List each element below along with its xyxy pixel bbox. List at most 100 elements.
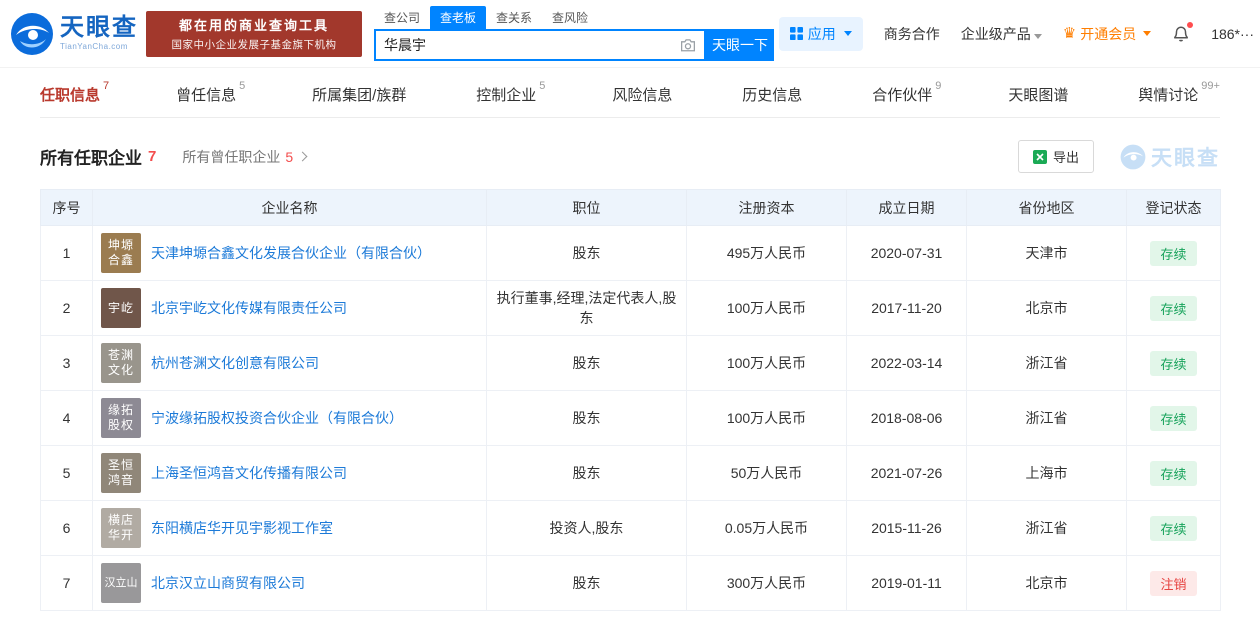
row-index: 4	[40, 390, 93, 446]
table-header-row: 序号 企业名称 职位 注册资本 成立日期 省份地区 登记状态	[40, 189, 1221, 226]
table-row: 3 苍渊 文化 杭州苍渊文化创意有限公司 股东 100万人民币 2022-03-1…	[40, 335, 1221, 391]
status-badge: 存续	[1150, 405, 1197, 431]
enterprise-products-label: 企业级产品	[960, 25, 1031, 42]
position-cell: 股东	[486, 555, 687, 611]
tab-group[interactable]: 所属集团/族群	[312, 84, 409, 105]
company-logo: 苍渊 文化	[101, 343, 141, 383]
capital-cell: 300万人民币	[686, 555, 847, 611]
region-cell: 上海市	[966, 445, 1127, 501]
date-cell: 2015-11-26	[846, 500, 967, 556]
search-tab-risk[interactable]: 查风险	[542, 6, 598, 29]
header-nav: 应用 商务合作 企业级产品 ♛ 开通会员 186*···	[778, 16, 1260, 51]
former-companies-count: 5	[285, 148, 294, 165]
search-tab-boss[interactable]: 查老板	[430, 5, 487, 29]
company-logo: 宇屹	[101, 288, 141, 328]
company-logo: 坤塬 合鑫	[101, 233, 141, 273]
region-cell: 北京市	[966, 280, 1127, 336]
table-row: 5 圣恒 鸿音 上海圣恒鸿音文化传播有限公司 股东 50万人民币 2021-07-…	[40, 445, 1221, 501]
capital-cell: 100万人民币	[686, 390, 847, 446]
col-status: 登记状态	[1126, 189, 1221, 226]
company-link[interactable]: 北京宇屹文化传媒有限责任公司	[151, 298, 347, 318]
notification-dot	[1187, 21, 1194, 28]
tab-controlled-companies[interactable]: 控制企业 5	[476, 80, 545, 105]
region-cell: 浙江省	[966, 335, 1127, 391]
search-box	[374, 28, 706, 61]
col-index: 序号	[40, 189, 93, 226]
row-index: 5	[40, 445, 93, 501]
table-row: 2 宇屹 北京宇屹文化传媒有限责任公司 执行董事,经理,法定代表人,股东 100…	[40, 280, 1221, 336]
banner-line1: 都在用的商业查询工具	[178, 18, 329, 33]
capital-cell: 50万人民币	[686, 445, 847, 501]
tab-graph[interactable]: 天眼图谱	[1008, 84, 1071, 105]
profile-tabbar: 任职信息 7 曾任信息 5 所属集团/族群 控制企业 5 风险信息 历史信息 合作伙伴…	[40, 72, 1220, 118]
search-tab-company[interactable]: 查公司	[374, 6, 430, 29]
position-cell: 股东	[486, 335, 687, 391]
notification-bell[interactable]	[1172, 21, 1194, 44]
company-link[interactable]: 天津坤塬合鑫文化发展合伙企业（有限合伙）	[151, 243, 431, 263]
tab-history-info[interactable]: 历史信息	[742, 84, 805, 105]
grid-icon	[789, 27, 803, 40]
capital-cell: 100万人民币	[686, 280, 847, 336]
crown-icon: ♛	[1062, 25, 1077, 42]
col-company-name: 企业名称	[92, 189, 487, 226]
company-logo: 汉立山	[101, 563, 141, 603]
company-logo: 缘拓 股权	[101, 398, 141, 438]
col-capital: 注册资本	[686, 189, 847, 226]
position-cell: 股东	[486, 225, 687, 281]
company-link[interactable]: 上海圣恒鸿音文化传播有限公司	[151, 463, 347, 483]
company-link[interactable]: 东阳横店华开见宇影视工作室	[151, 518, 333, 538]
watermark-logo-icon	[1120, 144, 1146, 169]
business-cooperation-link[interactable]: 商务合作	[884, 24, 940, 44]
tab-career-info[interactable]: 任职信息 7	[40, 80, 109, 105]
company-link[interactable]: 宁波缘拓股权投资合伙企业（有限合伙）	[151, 408, 403, 428]
date-cell: 2020-07-31	[846, 225, 967, 281]
apps-label: 应用	[807, 25, 836, 42]
position-cell: 执行董事,经理,法定代表人,股东	[486, 280, 687, 336]
col-date: 成立日期	[846, 189, 967, 226]
tianyancha-watermark: 天眼查	[1120, 142, 1220, 172]
date-cell: 2021-07-26	[846, 445, 967, 501]
position-cell: 股东	[486, 445, 687, 501]
table-row: 1 坤塬 合鑫 天津坤塬合鑫文化发展合伙企业（有限合伙） 股东 495万人民币 2…	[40, 225, 1221, 281]
table-row: 7 汉立山 北京汉立山商贸有限公司 股东 300万人民币 2019-01-11 …	[40, 555, 1221, 611]
former-companies-link[interactable]: 所有曾任职企业 5	[182, 147, 308, 167]
company-link[interactable]: 杭州苍渊文化创意有限公司	[151, 353, 319, 373]
export-button[interactable]: 导出	[1017, 140, 1094, 173]
apps-menu[interactable]: 应用	[778, 16, 863, 51]
search-button[interactable]: 天眼一下	[706, 28, 774, 61]
excel-icon	[1032, 149, 1047, 164]
tianyancha-logo[interactable]: 天眼查 TianYanCha.com	[10, 12, 138, 56]
account-phone[interactable]: 186*···	[1211, 26, 1254, 42]
capital-cell: 495万人民币	[686, 225, 847, 281]
row-index: 7	[40, 555, 93, 611]
section-header: 所有任职企业 7 所有曾任职企业 5 导出 天眼查	[40, 140, 1220, 173]
col-position: 职位	[486, 189, 687, 226]
position-cell: 股东	[486, 390, 687, 446]
vip-membership-link[interactable]: ♛ 开通会员	[1062, 24, 1152, 44]
tab-sentiment[interactable]: 舆情讨论 99+	[1138, 80, 1220, 105]
tab-partners[interactable]: 合作伙伴 9	[872, 80, 941, 105]
watermark-text: 天眼查	[1151, 146, 1220, 170]
status-badge: 存续	[1150, 460, 1197, 486]
status-badge: 存续	[1150, 295, 1197, 321]
search-input[interactable]	[384, 36, 680, 53]
row-index: 1	[40, 225, 93, 281]
chevron-down-icon	[1033, 33, 1042, 39]
capital-cell: 0.05万人民币	[686, 500, 847, 556]
date-cell: 2019-01-11	[846, 555, 967, 611]
top-header: 天眼查 TianYanCha.com 都在用的商业查询工具 国家中小企业发展子基…	[0, 0, 1260, 68]
region-cell: 天津市	[966, 225, 1127, 281]
col-region: 省份地区	[966, 189, 1127, 226]
export-label: 导出	[1052, 150, 1079, 165]
tab-former-info[interactable]: 曾任信息 5	[176, 80, 245, 105]
company-logo: 圣恒 鸿音	[101, 453, 141, 493]
status-badge: 注销	[1150, 570, 1197, 596]
logo-subtext: TianYanCha.com	[60, 42, 128, 51]
search-tab-relation[interactable]: 查关系	[486, 6, 542, 29]
camera-icon[interactable]	[680, 38, 696, 52]
enterprise-products-link[interactable]: 企业级产品	[961, 24, 1042, 44]
promo-banner: 都在用的商业查询工具 国家中小企业发展子基金旗下机构	[146, 10, 362, 57]
tab-risk-info[interactable]: 风险信息	[612, 84, 675, 105]
position-cell: 投资人,股东	[486, 500, 687, 556]
company-link[interactable]: 北京汉立山商贸有限公司	[151, 573, 305, 593]
